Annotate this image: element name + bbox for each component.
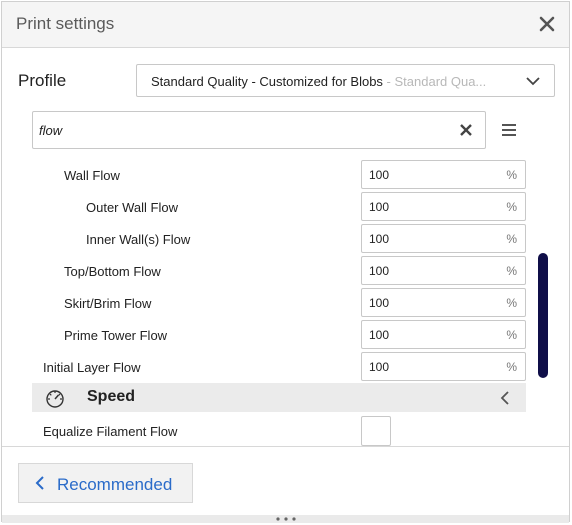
setting-row-initial-layer-flow: Initial Layer Flow 100 %: [32, 351, 528, 383]
drag-handle-icon: [276, 517, 296, 521]
wall-flow-input[interactable]: 100 %: [361, 160, 526, 189]
setting-label: Initial Layer Flow: [43, 360, 141, 375]
title-bar: Print settings: [2, 2, 569, 48]
setting-row-prime-tower-flow: Prime Tower Flow 100 %: [32, 319, 528, 351]
inner-wall-flow-input[interactable]: 100 %: [361, 224, 526, 253]
recommended-label: Recommended: [57, 475, 173, 494]
profile-base-name: - Standard Qua...: [382, 74, 487, 89]
setting-value: 100: [369, 200, 390, 214]
setting-label: Outer Wall Flow: [86, 200, 178, 215]
recommended-button[interactable]: Recommended: [18, 463, 193, 503]
setting-label: Equalize Filament Flow: [43, 424, 178, 439]
hamburger-menu-icon: [502, 124, 516, 136]
setting-row-outer-wall-flow: Outer Wall Flow 100 %: [32, 191, 528, 223]
setting-value: 100: [369, 264, 390, 278]
setting-unit: %: [506, 328, 517, 342]
setting-unit: %: [506, 232, 517, 246]
setting-label: Inner Wall(s) Flow: [86, 232, 191, 247]
setting-row-inner-wall-flow: Inner Wall(s) Flow 100 %: [32, 223, 528, 255]
setting-unit: %: [506, 296, 517, 310]
setting-value: 100: [369, 296, 390, 310]
setting-value: 100: [369, 232, 390, 246]
setting-label: Skirt/Brim Flow: [64, 296, 152, 311]
setting-unit: %: [506, 168, 517, 182]
setting-value: 100: [369, 168, 390, 182]
setting-label: Top/Bottom Flow: [64, 264, 161, 279]
chevron-down-icon: [526, 77, 540, 86]
footer-divider: [2, 446, 569, 447]
setting-row-wall-flow: Wall Flow 100 %: [32, 159, 528, 191]
close-icon: [539, 16, 555, 32]
chevron-left-icon: [35, 476, 44, 490]
setting-label: Prime Tower Flow: [64, 328, 168, 343]
search-input[interactable]: flow: [32, 111, 486, 149]
category-speed-header[interactable]: Speed: [32, 383, 526, 412]
profile-selected-value: Standard Quality - Customized for Blobs …: [151, 74, 486, 89]
setting-row-top-bottom-flow: Top/Bottom Flow 100 %: [32, 255, 528, 287]
clear-search-button[interactable]: [459, 123, 473, 137]
chevron-left-icon: [500, 391, 509, 405]
clear-icon: [460, 124, 472, 136]
setting-unit: %: [506, 360, 517, 374]
setting-value: 100: [369, 360, 390, 374]
profile-name: Standard Quality - Customized for Blobs: [151, 74, 383, 89]
setting-row-skirt-brim-flow: Skirt/Brim Flow 100 %: [32, 287, 528, 319]
setting-unit: %: [506, 264, 517, 278]
close-button[interactable]: [537, 14, 557, 34]
gauge-icon: [46, 390, 64, 408]
resize-handle[interactable]: [2, 515, 569, 523]
skirt-brim-flow-input[interactable]: 100 %: [361, 288, 526, 317]
print-settings-panel: Print settings Profile Standard Quality …: [1, 1, 570, 523]
equalize-filament-flow-checkbox[interactable]: [361, 416, 391, 446]
setting-row-equalize-filament-flow: Equalize Filament Flow: [32, 415, 528, 447]
profile-label: Profile: [18, 71, 67, 90]
panel-title: Print settings: [16, 14, 115, 33]
initial-layer-flow-input[interactable]: 100 %: [361, 352, 526, 381]
setting-unit: %: [506, 200, 517, 214]
prime-tower-flow-input[interactable]: 100 %: [361, 320, 526, 349]
settings-menu-button[interactable]: [500, 123, 518, 137]
setting-label: Wall Flow: [64, 168, 120, 183]
search-value: flow: [39, 123, 63, 138]
settings-scrollbar-thumb[interactable]: [538, 253, 548, 378]
setting-value: 100: [369, 328, 390, 342]
outer-wall-flow-input[interactable]: 100 %: [361, 192, 526, 221]
category-label: Speed: [87, 388, 136, 405]
profile-dropdown[interactable]: Standard Quality - Customized for Blobs …: [136, 64, 555, 97]
top-bottom-flow-input[interactable]: 100 %: [361, 256, 526, 285]
settings-list: Wall Flow 100 % Outer Wall Flow 100 % In…: [32, 158, 528, 448]
